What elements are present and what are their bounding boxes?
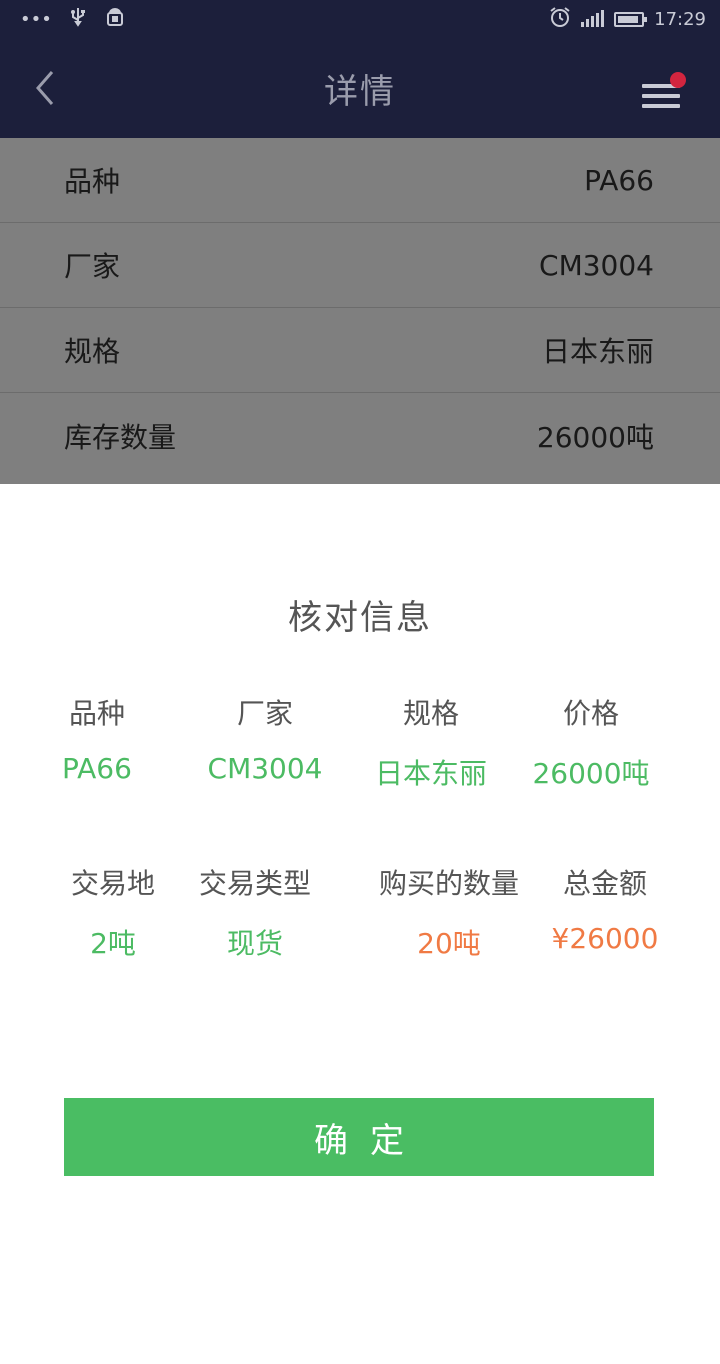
info-cell-price: 价格 26000吨 [506, 692, 676, 792]
info-value: 20吨 [417, 927, 481, 960]
info-value: CM3004 [207, 752, 323, 785]
info-cell-spec: 规格 日本东丽 [346, 692, 516, 792]
info-cell-trade-type: 交易类型 现货 [170, 862, 340, 962]
status-left-icons: ••• [20, 6, 126, 33]
hamburger-line [642, 94, 680, 98]
info-value: 26000吨 [532, 757, 650, 790]
more-dots-icon: ••• [20, 8, 52, 30]
info-label: 规格 [402, 697, 459, 730]
info-value: PA66 [62, 752, 132, 785]
confirm-button[interactable]: 确定 [64, 1098, 654, 1176]
status-time: 17:29 [654, 8, 706, 30]
signal-icon [581, 10, 605, 27]
back-button[interactable] [24, 66, 64, 110]
info-cell-variety: 品种 PA66 [12, 692, 182, 785]
modal-overlay[interactable] [0, 138, 720, 484]
alarm-icon [549, 6, 571, 33]
dialog-title: 核对信息 [288, 598, 432, 638]
info-label: 购买的数量 [378, 867, 519, 900]
confirm-dialog: 核对信息 品种 PA66 厂家 CM3004 规格 日本东丽 价格 26000吨… [0, 484, 720, 1364]
menu-button[interactable] [636, 72, 686, 112]
info-label: 厂家 [236, 697, 293, 730]
android-debug-icon [104, 6, 126, 33]
hamburger-line [642, 104, 680, 108]
info-cell-total: 总金额 ¥26000 [520, 862, 690, 955]
info-cell-manufacturer: 厂家 CM3004 [180, 692, 350, 785]
info-cell-quantity: 购买的数量 20吨 [364, 862, 534, 962]
chevron-left-icon [36, 71, 54, 105]
usb-icon [70, 7, 86, 32]
page-title: 详情 [324, 71, 396, 112]
status-bar: ••• 17:29 [0, 0, 720, 38]
info-label: 价格 [562, 697, 619, 730]
info-label: 品种 [68, 697, 125, 730]
info-value: ¥26000 [551, 922, 659, 955]
info-label: 总金额 [562, 867, 647, 900]
info-value: 现货 [226, 927, 283, 960]
nav-header: 详情 [0, 38, 720, 138]
battery-icon [614, 11, 648, 27]
info-label: 交易类型 [198, 867, 311, 900]
info-value: 日本东丽 [374, 757, 487, 790]
status-right-icons: 17:29 [549, 6, 706, 33]
notification-dot [670, 72, 686, 88]
